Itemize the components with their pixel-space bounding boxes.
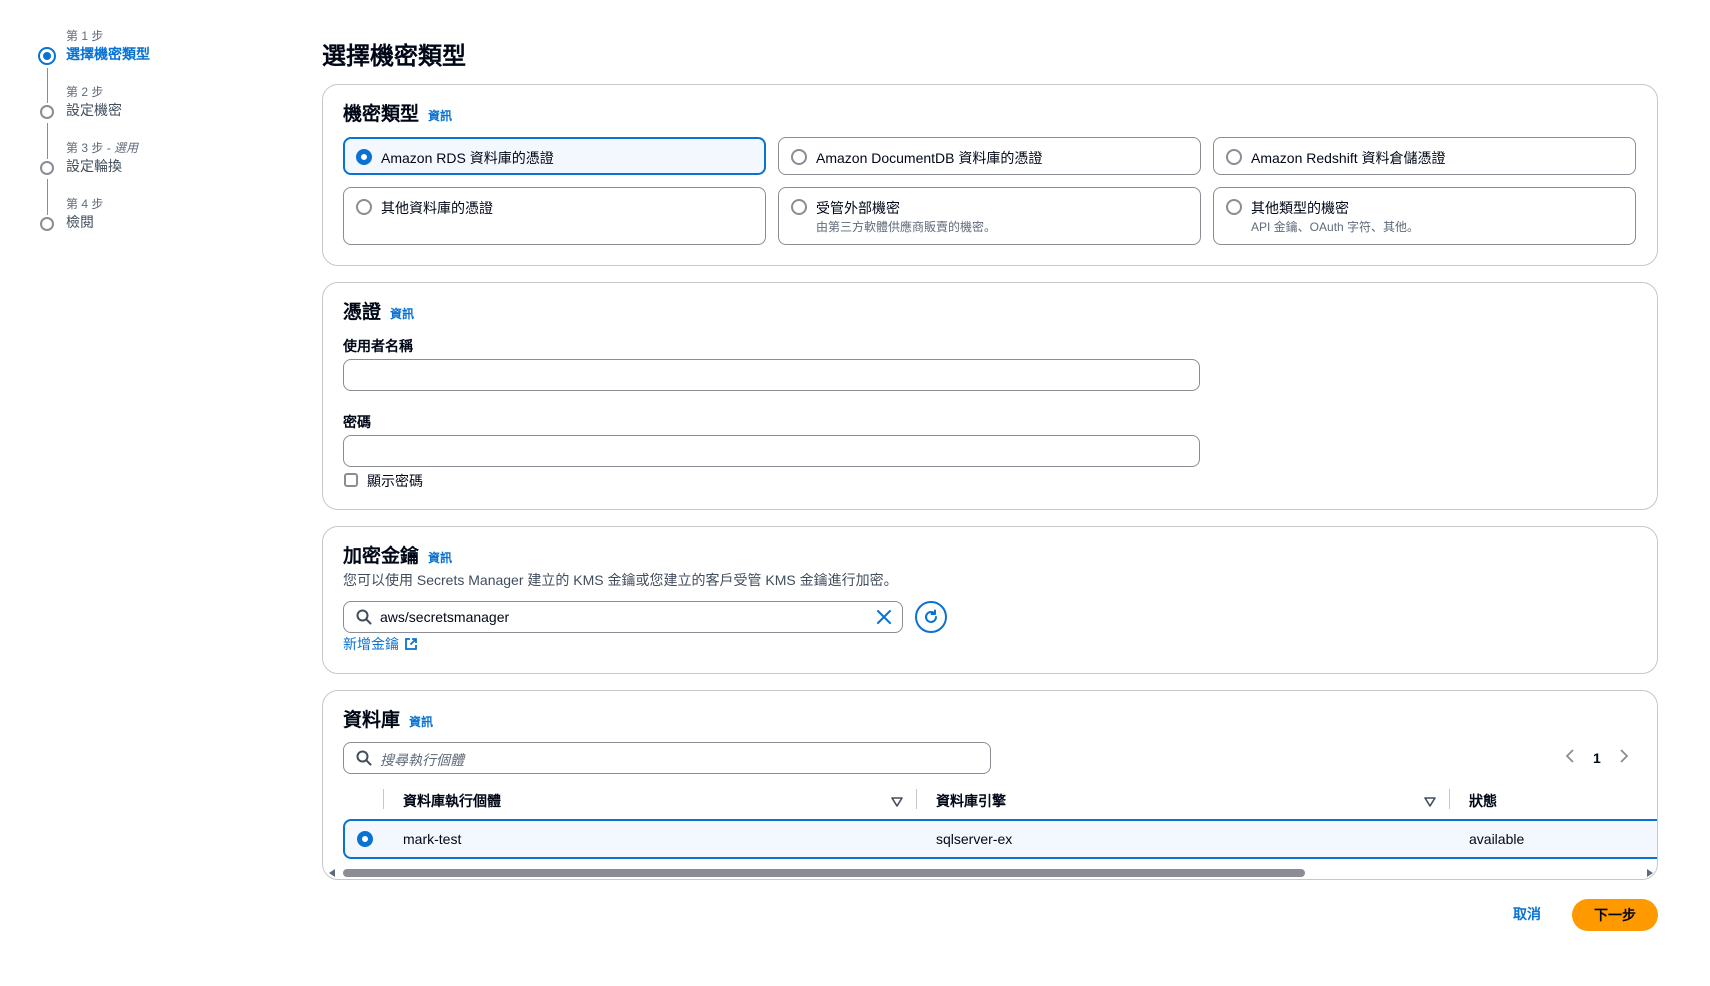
pagination: 1 <box>1565 749 1629 766</box>
radio-icon[interactable] <box>791 149 807 165</box>
secret-type-option-other-database[interactable]: 其他資料庫的憑證 <box>343 187 766 245</box>
wizard-step-2: 第 2 步 設定機密 <box>36 84 236 159</box>
step-indicator-icon <box>40 105 54 119</box>
secret-type-option-redshift[interactable]: Amazon Redshift 資料倉儲憑證 <box>1213 137 1636 175</box>
cell-status: available <box>1469 831 1525 847</box>
step-title: 設定機密 <box>66 102 122 118</box>
table-row[interactable]: mark-test sqlserver-ex available <box>343 819 1657 859</box>
horizontal-scrollbar[interactable] <box>325 867 1657 879</box>
radio-selected-icon[interactable] <box>356 149 372 165</box>
refresh-button[interactable] <box>915 601 947 633</box>
column-header-status[interactable]: 狀態 <box>1469 791 1497 811</box>
secret-type-option-managed-external[interactable]: 受管外部機密 由第三方軟體供應商販賣的機密。 <box>778 187 1201 245</box>
secret-type-option-rds[interactable]: Amazon RDS 資料庫的憑證 <box>343 137 766 175</box>
username-input[interactable] <box>343 359 1200 391</box>
option-label: Amazon RDS 資料庫的憑證 <box>381 150 554 166</box>
column-separator <box>1449 789 1450 809</box>
cancel-button[interactable]: 取消 <box>1501 898 1553 930</box>
search-icon <box>356 750 372 771</box>
info-link[interactable]: 資訊 <box>428 549 452 566</box>
panel-header: 加密金鑰 資訊 <box>343 541 452 568</box>
clear-icon[interactable] <box>876 609 892 630</box>
step-number: 第 4 步 <box>66 197 104 211</box>
search-placeholder: 搜尋執行個體 <box>380 752 464 768</box>
next-page-icon[interactable] <box>1619 749 1629 766</box>
database-panel: 資料庫 資訊 搜尋執行個體 1 資料庫執行個體 資料庫引擎 狀態 mark-te… <box>322 690 1658 880</box>
radio-icon[interactable] <box>1226 149 1242 165</box>
scroll-right-icon[interactable] <box>1647 869 1653 877</box>
panel-header: 憑證 資訊 <box>343 297 414 324</box>
cell-engine: sqlserver-ex <box>936 831 1013 847</box>
option-label: Amazon Redshift 資料倉儲憑證 <box>1251 150 1446 166</box>
step-number: 第 2 步 <box>66 85 104 99</box>
step-active-indicator-icon <box>38 47 56 65</box>
sort-icon[interactable] <box>1424 794 1436 812</box>
page-number[interactable]: 1 <box>1593 750 1601 766</box>
instance-search-input[interactable]: 搜尋執行個體 <box>343 742 991 774</box>
step-indicator-icon <box>40 161 54 175</box>
step-number: 第 1 步 <box>66 29 104 43</box>
column-header-engine[interactable]: 資料庫引擎 <box>936 791 1006 811</box>
secret-type-option-other-type[interactable]: 其他類型的機密 API 金鑰、OAuth 字符、其他。 <box>1213 187 1636 245</box>
option-label: 其他資料庫的憑證 <box>381 200 493 216</box>
radio-icon[interactable] <box>791 199 807 215</box>
option-label: Amazon DocumentDB 資料庫的憑證 <box>816 150 1043 166</box>
step-optional-tag: - 選用 <box>103 141 139 155</box>
panel-header: 資料庫 資訊 <box>343 705 433 732</box>
kms-key-select[interactable]: aws/secretsmanager <box>343 601 903 633</box>
step-number-text: 第 3 步 <box>66 141 104 155</box>
row-radio-selected-icon[interactable] <box>357 831 373 847</box>
step-indicator-icon <box>40 217 54 231</box>
wizard-step-3: 第 3 步 - 選用 設定輪換 <box>36 140 236 215</box>
info-link[interactable]: 資訊 <box>409 713 433 730</box>
add-key-link[interactable]: 新增金鑰 <box>343 634 418 654</box>
radio-icon[interactable] <box>1226 199 1242 215</box>
option-label: 受管外部機密 <box>816 200 900 216</box>
radio-icon[interactable] <box>356 199 372 215</box>
add-key-link-label[interactable]: 新增金鑰 <box>343 634 399 654</box>
previous-page-icon[interactable] <box>1565 749 1575 766</box>
column-separator <box>916 789 917 809</box>
step-title[interactable]: 選擇機密類型 <box>66 44 236 64</box>
panel-title: 機密類型 <box>343 104 420 125</box>
wizard-step-1[interactable]: 第 1 步 選擇機密類型 <box>36 28 236 103</box>
scrollbar-thumb[interactable] <box>343 869 1305 877</box>
cell-instance: mark-test <box>403 831 462 847</box>
step-title: 設定輪換 <box>66 158 122 174</box>
scroll-left-icon[interactable] <box>329 869 335 877</box>
secret-type-option-documentdb[interactable]: Amazon DocumentDB 資料庫的憑證 <box>778 137 1201 175</box>
password-input[interactable] <box>343 435 1200 467</box>
refresh-icon <box>925 609 937 623</box>
option-label: 其他類型的機密 <box>1251 200 1349 216</box>
panel-title: 資料庫 <box>343 710 401 731</box>
info-link[interactable]: 資訊 <box>390 305 414 322</box>
panel-title: 憑證 <box>343 302 382 323</box>
password-label: 密碼 <box>343 414 371 430</box>
column-header-instance[interactable]: 資料庫執行個體 <box>403 791 501 811</box>
step-number: 第 3 步 - 選用 <box>66 140 236 156</box>
encryption-description: 您可以使用 Secrets Manager 建立的 KMS 金鑰或您建立的客戶受… <box>343 572 898 588</box>
search-icon <box>356 609 372 630</box>
info-link[interactable]: 資訊 <box>428 107 452 124</box>
next-button[interactable]: 下一步 <box>1572 899 1658 931</box>
wizard-step-4: 第 4 步 檢閱 <box>36 196 236 252</box>
encryption-key-panel: 加密金鑰 資訊 您可以使用 Secrets Manager 建立的 KMS 金鑰… <box>322 526 1658 674</box>
kms-key-value: aws/secretsmanager <box>380 609 510 625</box>
option-description: API 金鑰、OAuth 字符、其他。 <box>1251 220 1420 234</box>
sort-icon[interactable] <box>891 794 903 812</box>
secret-type-panel: 機密類型 資訊 Amazon RDS 資料庫的憑證 Amazon Documen… <box>322 84 1658 266</box>
panel-title: 加密金鑰 <box>343 546 420 567</box>
column-separator <box>383 789 384 809</box>
username-label: 使用者名稱 <box>343 338 413 354</box>
show-password-checkbox[interactable] <box>344 473 358 487</box>
step-title: 檢閱 <box>66 214 94 230</box>
wizard-steps: 第 1 步 選擇機密類型 第 2 步 設定機密 第 3 步 - 選用 設定輪換 … <box>36 28 236 252</box>
panel-header: 機密類型 資訊 <box>343 99 452 126</box>
option-description: 由第三方軟體供應商販賣的機密。 <box>816 220 997 234</box>
page-title: 選擇機密類型 <box>322 43 466 70</box>
external-link-icon <box>405 638 417 650</box>
credentials-panel: 憑證 資訊 使用者名稱 密碼 顯示密碼 <box>322 282 1658 510</box>
show-password-label[interactable]: 顯示密碼 <box>367 471 423 491</box>
